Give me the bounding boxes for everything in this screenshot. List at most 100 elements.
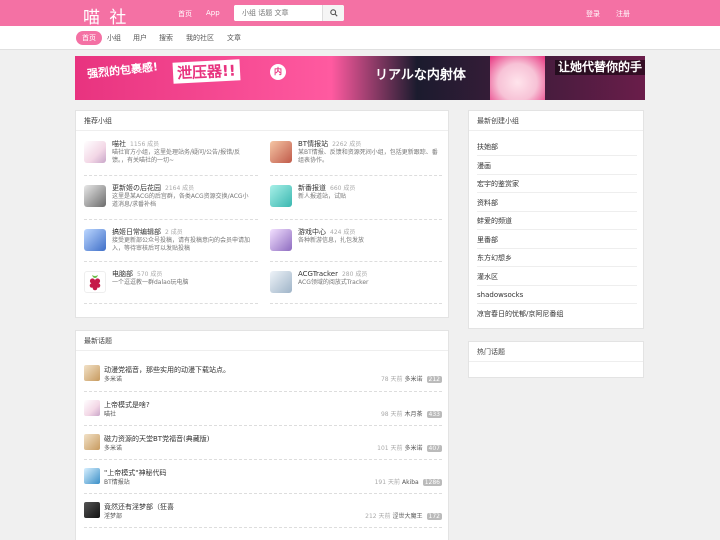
banner-text-1: 强烈的包裹感! (86, 60, 159, 81)
latest-topics-title: 最新话题 (76, 331, 448, 351)
latest-group-link[interactable]: 漫画 (477, 157, 637, 175)
search-icon (329, 9, 338, 17)
banner-character-image (490, 56, 545, 100)
group-avatar (84, 271, 106, 293)
topic-group[interactable]: 喵社 (104, 409, 116, 418)
divider (84, 303, 258, 304)
group-item[interactable]: 游戏中心 424 成员 各种新游信息，扎包发放 (270, 227, 440, 261)
divider (84, 261, 258, 262)
topic-time: 101 天前 (377, 445, 403, 452)
topic-item[interactable]: 竟然还有淫梦部（狂喜 淫梦部 212 天前 涩世大魔王 172 (84, 500, 442, 534)
group-count: 1156 成员 (130, 141, 160, 148)
topic-user[interactable]: 木月茶 (405, 411, 423, 418)
divider (84, 175, 258, 176)
group-avatar (270, 229, 292, 251)
top-bar: 喵 社 首页 App 登录 注册 (0, 0, 720, 28)
user-avatar (84, 502, 100, 518)
recommended-groups-panel: 推荐小组 喵社 1156 成员 喵社官方小组，这里处理站务/疑问/公告/报错/反馈… (75, 110, 449, 318)
latest-group-link[interactable]: 扶她部 (477, 138, 637, 156)
user-avatar (84, 468, 100, 484)
group-item[interactable]: BT情报站 2262 成员 某BT情报、反馈和资源死间小组，包括更新跟踪、番组表协… (270, 139, 440, 173)
group-item[interactable]: 更新姬の后花园 2164 成员 这里是某ACG的后宫群，各类ACG资源交换/ACG… (84, 183, 254, 217)
topic-user[interactable]: 多米诺 (405, 445, 423, 452)
ad-banner[interactable]: 强烈的包裹感! 泄压器!! 内 リアルな内射体 让她代替你的手 (75, 56, 645, 100)
group-item[interactable]: ACGTracker 280 成员 ACG领域的阅放式Tracker (270, 269, 440, 303)
group-name[interactable]: 喵社 (112, 140, 126, 148)
group-item[interactable]: 搞姬日常编辑部 2 成员 接受更新部公众号投稿，请有投稿意向的会员申请加入，等待审… (84, 227, 254, 261)
latest-group-link[interactable]: 宏宇的鉴赏家 (477, 175, 637, 193)
user-avatar (84, 365, 100, 381)
group-count: 280 成员 (341, 271, 368, 278)
group-count: 2 成员 (165, 229, 183, 236)
user-avatar (84, 434, 100, 450)
reply-count-badge: 407 (426, 445, 442, 452)
latest-group-link[interactable]: shadowsocks (477, 286, 637, 304)
topic-group[interactable]: BT情报站 (104, 477, 130, 486)
login-link[interactable]: 登录 (586, 9, 600, 19)
group-avatar (270, 141, 292, 163)
group-name[interactable]: 搞姬日常编辑部 (112, 228, 161, 236)
topic-user[interactable]: 多米诺 (405, 376, 423, 383)
latest-group-link[interactable]: 凉宫春日的忧郁/京阿尼番组 (477, 305, 637, 323)
register-link[interactable]: 注册 (616, 9, 630, 19)
topic-user[interactable]: Akiba (402, 479, 419, 486)
latest-group-link[interactable]: 里番部 (477, 231, 637, 249)
group-desc: 一个逗逗教一群dalao玩电脑 (112, 279, 189, 286)
hot-topics-title: 热门话题 (469, 342, 643, 362)
latest-groups-title: 最新创建小组 (469, 111, 643, 131)
search-button[interactable] (322, 5, 344, 21)
topic-time: 212 天前 (365, 513, 391, 520)
sub-nav: 首页 小组 用户 搜索 我的社区 文章 (0, 26, 720, 50)
topic-title[interactable]: 动漫党福音，那些实用的动漫下载站点。 (104, 365, 230, 375)
reply-count-badge: 433 (426, 411, 442, 418)
group-avatar (270, 185, 292, 207)
latest-group-link[interactable]: 蚌爱的频道 (477, 212, 637, 230)
topic-time: 98 天前 (380, 411, 403, 418)
group-item[interactable]: 电脑部 570 成员 一个逗逗教一群dalao玩电脑 (84, 269, 254, 303)
divider (84, 425, 442, 426)
group-name[interactable]: 电脑部 (112, 270, 133, 278)
topic-group[interactable]: 多米诺 (104, 443, 122, 452)
banner-text-3: 内 (270, 64, 286, 80)
group-count: 570 成员 (137, 271, 163, 278)
divider (84, 219, 258, 220)
site-logo[interactable]: 喵 社 (83, 3, 128, 28)
topic-item[interactable]: 磁力资源的天堂BT党福音(典藏版) 多米诺 101 天前 多米诺 407 (84, 432, 442, 466)
tab-search[interactable]: 搜索 (159, 31, 173, 45)
tab-my-community[interactable]: 我的社区 (186, 31, 214, 45)
divider (270, 261, 442, 262)
group-name[interactable]: 游戏中心 (298, 228, 326, 236)
divider (270, 219, 442, 220)
banner-text-5: 让她代替你的手 (555, 60, 645, 75)
banner-text-2: 泄压器!! (172, 59, 241, 84)
tab-users[interactable]: 用户 (133, 31, 147, 45)
latest-group-link[interactable]: 东方幻想乡 (477, 249, 637, 267)
latest-topics-panel: 最新话题 动漫党福音，那些实用的动漫下载站点。 多米诺 78 天前 多米诺 212 … (75, 330, 449, 540)
group-item[interactable]: 新番报道 660 成员 新人报道站，试贴 (270, 183, 440, 217)
group-name[interactable]: 新番报道 (298, 184, 326, 192)
topic-item[interactable]: 上帝模式是啥? 喵社 98 天前 木月茶 433 (84, 398, 442, 432)
group-count: 2262 成员 (332, 141, 362, 148)
divider (270, 175, 442, 176)
group-desc: 某BT情报、反馈和资源死间小组，包括更新跟踪、番组表协作。 (298, 149, 438, 164)
group-avatar (84, 141, 106, 163)
latest-group-link[interactable]: 资料部 (477, 194, 637, 212)
group-name[interactable]: ACGTracker (298, 270, 338, 278)
tab-groups[interactable]: 小组 (107, 31, 121, 45)
group-item[interactable]: 喵社 1156 成员 喵社官方小组，这里处理站务/疑问/公告/报错/反馈。，有关喵… (84, 139, 254, 173)
tab-home[interactable]: 首页 (76, 31, 102, 45)
group-name[interactable]: BT情报站 (298, 140, 328, 148)
topic-group[interactable]: 淫梦部 (104, 511, 122, 520)
divider (84, 527, 442, 528)
divider (84, 391, 442, 392)
topic-user[interactable]: 涩世大魔王 (393, 513, 423, 520)
tab-articles[interactable]: 文章 (227, 31, 241, 45)
latest-group-link[interactable]: 灌水区 (477, 268, 637, 286)
group-name[interactable]: 更新姬の后花园 (112, 184, 161, 192)
nav-app[interactable]: App (206, 9, 220, 17)
nav-home[interactable]: 首页 (178, 9, 192, 19)
topic-item[interactable]: "上帝模式"神秘代码 BT情报站 191 天前 Akiba 1286 (84, 466, 442, 500)
divider (270, 303, 442, 304)
search-input[interactable] (234, 5, 322, 21)
topic-group[interactable]: 多米诺 (104, 374, 122, 383)
